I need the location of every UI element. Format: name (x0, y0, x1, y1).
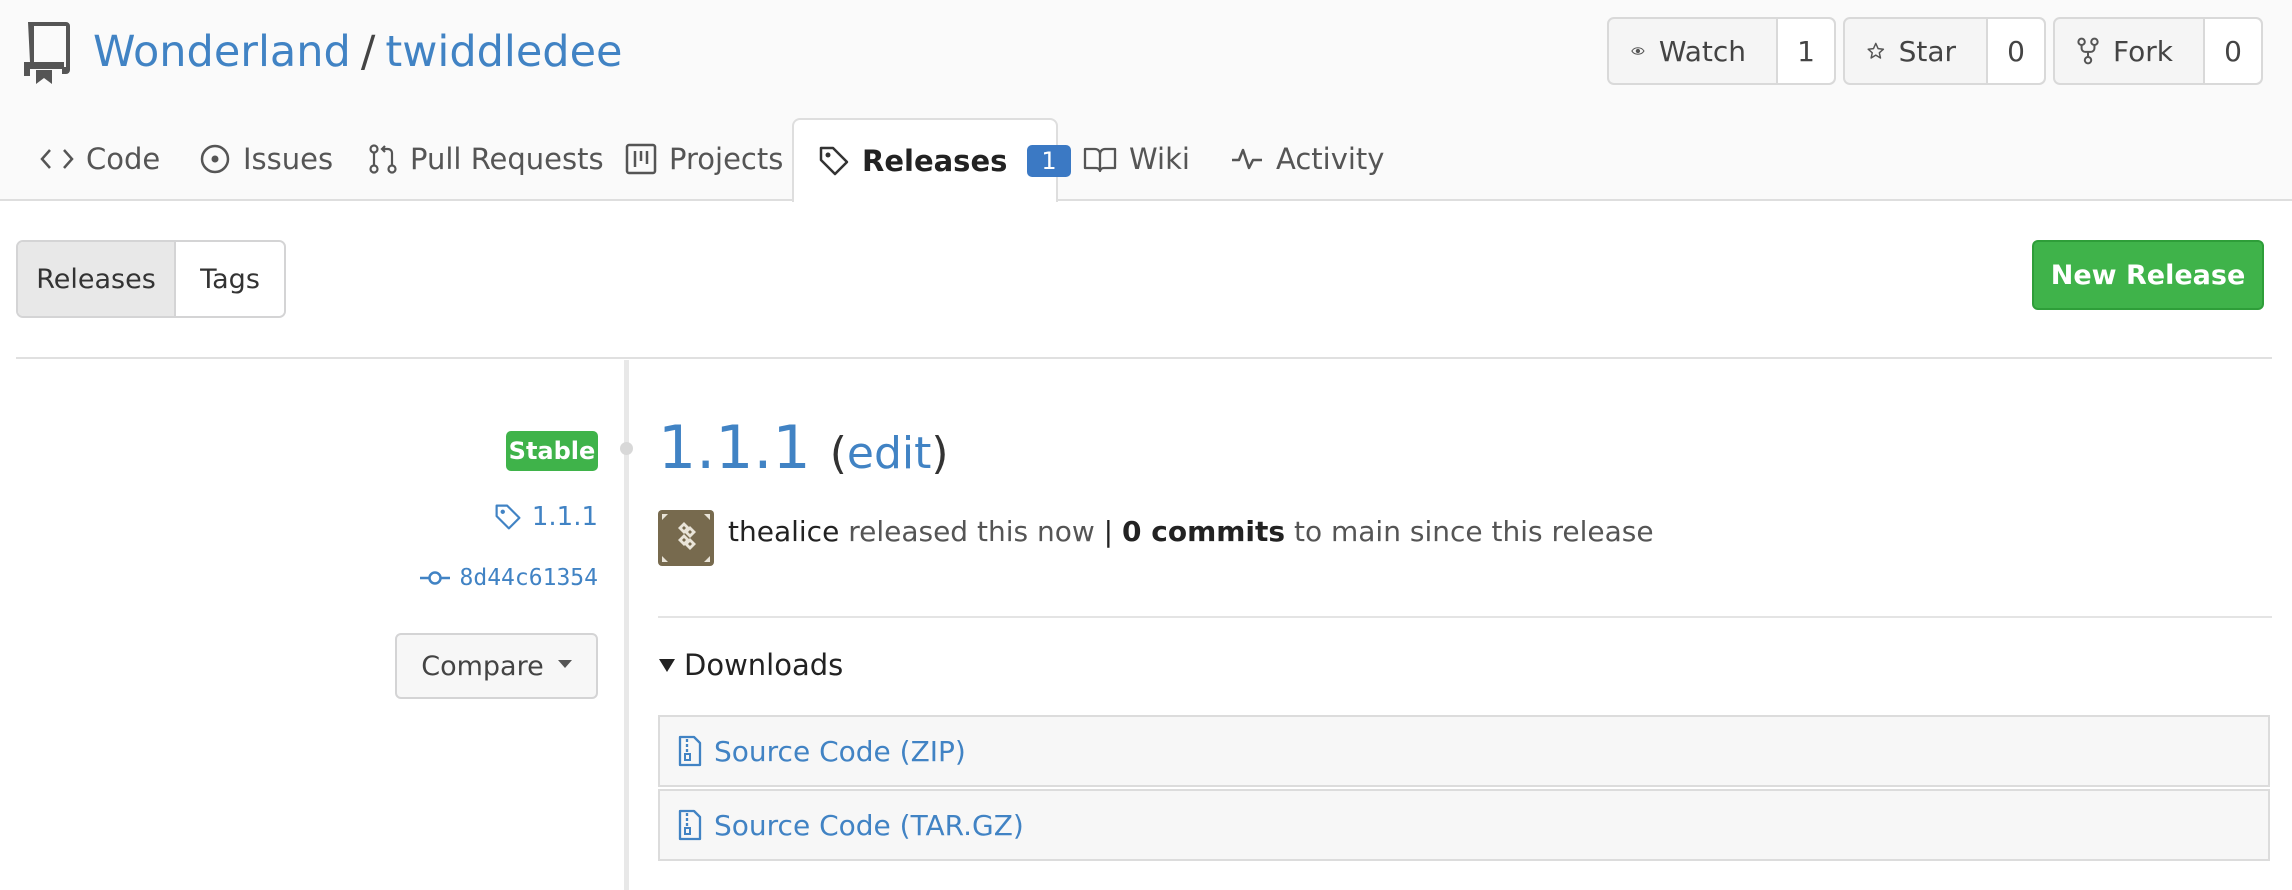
pull-request-icon (369, 144, 397, 174)
tag-icon (819, 146, 849, 176)
repo-name-link[interactable]: twiddledee (385, 27, 622, 77)
pulse-icon (1232, 148, 1262, 170)
download-asset-zip[interactable]: Source Code (ZIP) (658, 715, 2270, 787)
tab-projects[interactable]: Projects (625, 118, 783, 200)
caret-down-icon (557, 660, 572, 668)
edit-open-paren: ( (829, 428, 847, 479)
release-tag-label: 1.1.1 (531, 502, 598, 532)
star-button[interactable]: Star (1845, 19, 1986, 83)
releases-tags-toggle: Releases Tags (16, 240, 286, 318)
repo-owner-link[interactable]: Wonderland (93, 27, 351, 77)
tab-label: Activity (1276, 142, 1385, 176)
tab-pull-requests[interactable]: Pull Requests (368, 118, 604, 200)
triangle-down-icon (659, 659, 675, 672)
release-divider (658, 616, 2272, 618)
tab-issues[interactable]: Issues (199, 118, 333, 200)
file-zip-icon (678, 735, 702, 767)
release-title: 1.1.1 (edit) (658, 412, 949, 490)
edit-release-link[interactable]: edit (847, 428, 931, 479)
release-commit-link[interactable]: 8d44c61354 (419, 565, 598, 591)
compare-dropdown[interactable]: Compare (395, 633, 598, 699)
asset-label: Source Code (TAR.GZ) (714, 808, 1024, 842)
fork-label: Fork (2113, 34, 2173, 68)
star-count[interactable]: 0 (1986, 19, 2044, 83)
since-release-text: to main since this release (1293, 515, 1654, 548)
releases-toggle-button[interactable]: Releases (18, 242, 176, 316)
eye-icon (1631, 47, 1645, 55)
edit-close-paren: ) (931, 428, 949, 479)
file-zip-icon (678, 809, 702, 841)
repo-title: Wonderland / twiddledee (93, 24, 623, 80)
tab-wiki[interactable]: Wiki (1083, 118, 1190, 200)
avatar[interactable] (658, 510, 714, 566)
star-icon (1867, 42, 1885, 59)
divider (16, 357, 2272, 359)
release-title-link[interactable]: 1.1.1 (658, 413, 811, 483)
watch-label: Watch (1658, 34, 1746, 68)
tab-code[interactable]: Code (40, 118, 160, 200)
book-icon (1083, 147, 1117, 173)
tab-label: Pull Requests (410, 142, 604, 176)
star-button-group: Star 0 (1843, 17, 2046, 85)
download-asset-targz[interactable]: Source Code (TAR.GZ) (658, 789, 2270, 861)
tab-label: Wiki (1129, 142, 1190, 176)
compare-label: Compare (421, 650, 544, 682)
repo-icon (24, 22, 70, 84)
meta-pipe: | (1103, 515, 1114, 548)
release-meta: thealice released this now | 0 commits t… (728, 512, 1654, 552)
fork-button-group: Fork 0 (2053, 17, 2263, 85)
tag-icon (495, 504, 521, 530)
watch-button[interactable]: Watch (1609, 19, 1776, 83)
star-label: Star (1898, 34, 1956, 68)
repo-separator: / (360, 27, 376, 77)
repo-header: Wonderland / twiddledee Watch 1 Star 0 For… (0, 0, 2292, 202)
asset-label: Source Code (ZIP) (714, 734, 966, 768)
commit-icon (419, 571, 450, 585)
issue-icon (200, 144, 230, 174)
status-badge: Stable (506, 431, 598, 471)
project-icon (625, 143, 657, 175)
tab-activity[interactable]: Activity (1230, 118, 1384, 200)
fork-icon (2077, 37, 2099, 65)
new-release-button[interactable]: New Release (2032, 240, 2264, 310)
tab-releases[interactable]: Releases 1 (792, 118, 1071, 202)
release-commit-sha: 8d44c61354 (459, 565, 598, 591)
timeline-line (624, 360, 629, 890)
watch-button-group: Watch 1 (1607, 17, 1836, 85)
tags-toggle-button[interactable]: Tags (176, 242, 284, 316)
releases-count-badge: 1 (1027, 145, 1071, 177)
fork-button[interactable]: Fork (2055, 19, 2203, 83)
tab-label: Code (86, 142, 161, 176)
commits-count-link[interactable]: 0 commits (1122, 515, 1285, 548)
released-text: released this now (848, 515, 1095, 548)
author-link[interactable]: thealice (728, 515, 839, 548)
repo-tabs: Code Issues Pull Requests Projects Relea… (0, 118, 2292, 202)
tab-label: Releases (862, 144, 1008, 178)
watch-count[interactable]: 1 (1776, 19, 1834, 83)
downloads-toggle[interactable]: Downloads (658, 648, 843, 682)
tab-label: Issues (243, 142, 334, 176)
downloads-label: Downloads (684, 648, 844, 682)
code-icon (40, 149, 74, 169)
release-tag-link[interactable]: 1.1.1 (494, 502, 598, 532)
tab-label: Projects (669, 142, 784, 176)
fork-count[interactable]: 0 (2203, 19, 2261, 83)
timeline-dot (620, 442, 633, 455)
